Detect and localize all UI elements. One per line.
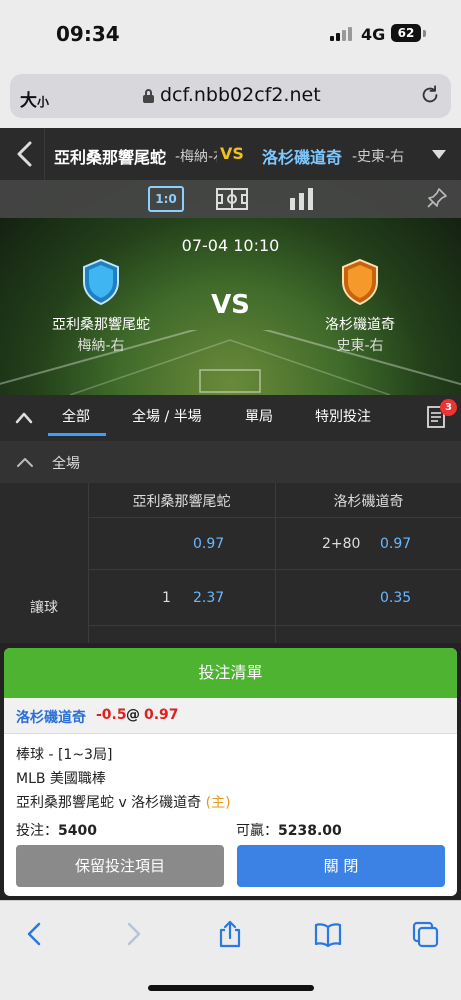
- selection-handicap: -0.5: [96, 707, 127, 723]
- text-size-small: 小: [37, 95, 50, 109]
- market-label-handicap: 讓球: [30, 600, 58, 616]
- selection-team: 洛杉磯道奇: [16, 710, 86, 726]
- column-away-team: 洛杉磯道奇: [333, 494, 404, 510]
- browser-address-area: 大小 dcf.nbb02cf2.net: [0, 66, 461, 128]
- row2-home-odds[interactable]: 2.37: [193, 590, 224, 606]
- row1-home-odds[interactable]: 0.97: [193, 536, 224, 552]
- banner-home-pitcher: 梅納-右: [77, 338, 125, 354]
- home-indicator: [148, 985, 314, 991]
- tab-all[interactable]: 全部: [62, 406, 90, 426]
- network-type: 4G: [361, 25, 386, 44]
- betslip-panel: 投注清單 洛杉磯道奇 -0.5 @ 0.97 棒球 - [1~3局] MLB 美…: [4, 648, 457, 896]
- text-size-large: 大: [20, 91, 37, 111]
- browser-back-icon[interactable]: [20, 919, 50, 949]
- win-value: 5238.00: [278, 823, 342, 839]
- field-view-icon[interactable]: [214, 186, 250, 212]
- url-text[interactable]: dcf.nbb02cf2.net: [160, 84, 321, 106]
- betslip-match: 亞利桑那響尾蛇 v 洛杉磯道奇 (主): [16, 792, 231, 812]
- betslip-home-tag: (主): [205, 795, 231, 811]
- row2-away-odds[interactable]: 0.35: [380, 590, 411, 606]
- win-label: 可贏：: [236, 823, 278, 839]
- betslip-league: MLB 美國職棒: [16, 771, 106, 787]
- back-chevron-icon[interactable]: [12, 140, 38, 168]
- header-vs: VS: [220, 144, 244, 163]
- stake-label: 投注：: [16, 823, 58, 839]
- selection-odds: 0.97: [144, 707, 179, 723]
- pin-icon[interactable]: [425, 186, 449, 210]
- win-row: 可贏：5238.00: [236, 820, 342, 840]
- banner-away-team: 洛杉磯道奇: [325, 317, 395, 333]
- selection-at: @: [126, 707, 140, 723]
- section-header-full-game[interactable]: 全場: [0, 441, 461, 483]
- match-header: 亞利桑那響尾蛇 -梅納-右 VS 洛杉磯道奇 -史東-右: [0, 128, 461, 180]
- betslip-title: 投注清單: [4, 648, 457, 698]
- browser-forward-icon[interactable]: [118, 919, 148, 949]
- collapse-up-chevron-icon[interactable]: [14, 409, 34, 425]
- battery-icon: 62: [391, 24, 421, 42]
- header-away-team: 洛杉磯道奇: [262, 148, 343, 167]
- betslip-count-badge: 3: [440, 399, 457, 416]
- bookmarks-icon[interactable]: [313, 919, 343, 949]
- section-collapse-chevron-icon[interactable]: [16, 455, 34, 469]
- stake-value[interactable]: 5400: [58, 823, 97, 839]
- reload-icon[interactable]: [419, 84, 441, 106]
- header-home-team: 亞利桑那響尾蛇: [54, 148, 167, 167]
- row2-home-line: 1: [162, 590, 171, 606]
- address-bar[interactable]: 大小 dcf.nbb02cf2.net: [10, 74, 451, 118]
- header-home-pitcher: -梅納-右: [175, 149, 217, 165]
- status-time: 09:34: [56, 22, 120, 46]
- banner-away-pitcher: 史東-右: [336, 338, 384, 354]
- header-divider: [44, 128, 45, 180]
- tab-innings[interactable]: 單局: [245, 406, 273, 426]
- odds-table: 亞利桑那響尾蛇 洛杉磯道奇 讓球 0.97 2+80 0.97 1 2.37 0…: [0, 483, 461, 643]
- tab-special[interactable]: 特別投注: [315, 406, 371, 426]
- close-button[interactable]: 關 閉: [237, 845, 445, 887]
- section-title: 全場: [52, 456, 80, 472]
- scoreboard-view-button[interactable]: 1:0: [148, 186, 184, 212]
- match-dropdown-icon[interactable]: [432, 150, 446, 159]
- battery-tip: [423, 30, 426, 37]
- betslip-sport-line: 棒球 - [1~3局]: [16, 747, 113, 763]
- kickoff-time: 07-04 10:10: [181, 236, 280, 255]
- banner-home-team: 亞利桑那響尾蛇: [52, 317, 150, 333]
- row1-away-line: 2+80: [322, 536, 361, 552]
- text-size-button[interactable]: 大小: [20, 86, 49, 111]
- banner-toolbar: 1:0: [0, 180, 461, 218]
- column-home-team: 亞利桑那響尾蛇: [132, 494, 231, 510]
- betslip-match-teams: 亞利桑那響尾蛇 v 洛杉磯道奇: [16, 795, 202, 811]
- stats-bar-chart-icon[interactable]: [284, 186, 320, 212]
- browser-toolbar: [0, 900, 461, 1000]
- header-away-pitcher: -史東-右: [352, 149, 405, 165]
- status-bar: 09:34 4G 62: [0, 0, 461, 66]
- lock-icon: [143, 89, 154, 103]
- tabs-icon[interactable]: [410, 919, 440, 949]
- stake-row: 投注：5400: [16, 820, 97, 840]
- tab-full-half[interactable]: 全場 / 半場: [132, 406, 202, 426]
- match-banner: 1:0 07-04 10:10 VS 亞利桑那響尾蛇 梅納-右 洛杉磯道奇 史東…: [0, 180, 461, 395]
- cellular-signal-icon: [330, 27, 352, 41]
- keep-selections-button[interactable]: 保留投注項目: [16, 845, 224, 887]
- market-tabs: 全部 全場 / 半場 單局 特別投注: [0, 395, 461, 441]
- share-icon[interactable]: [215, 919, 245, 949]
- row1-away-odds[interactable]: 0.97: [380, 536, 411, 552]
- active-tab-indicator: [48, 433, 106, 436]
- betslip-selection: 洛杉磯道奇 -0.5 @ 0.97: [4, 698, 457, 734]
